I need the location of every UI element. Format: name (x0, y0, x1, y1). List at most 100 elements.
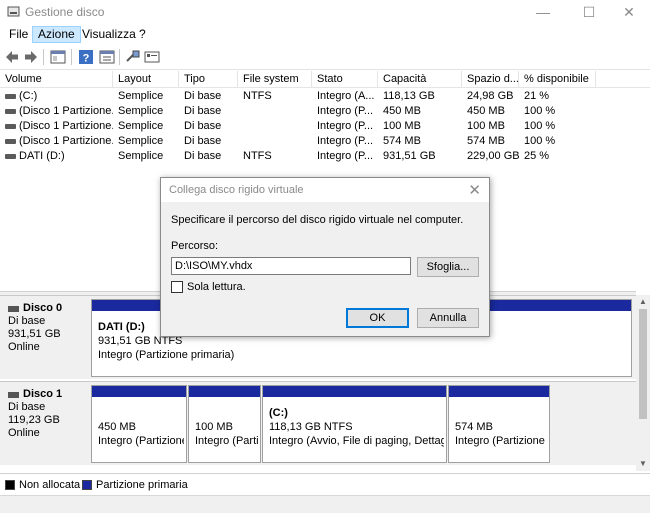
browse-button[interactable]: Sfoglia... (417, 257, 479, 277)
volume-row[interactable]: (Disco 1 Partizione... Semplice Di base Int… (0, 119, 650, 134)
volume-cell: Integro (P... (317, 105, 374, 117)
partition-disk1-450mb[interactable]: 450 MB Integro (Partizione (91, 385, 187, 463)
legend-unallocated: Non allocata (5, 479, 80, 491)
title-bar: Gestione disco — ☐ ✕ (0, 0, 650, 24)
volume-cell: Semplice (118, 150, 164, 162)
partition-state: Integro (Avvio, File di paging, Dettagli (269, 435, 444, 447)
legend-label: Partizione primaria (96, 479, 188, 491)
column-header-capacity[interactable]: Capacità (378, 71, 462, 88)
column-header-layout[interactable]: Layout (113, 71, 179, 88)
disk-icon (8, 391, 19, 398)
partition-label: DATI (D:) (98, 321, 145, 333)
properties-icon[interactable] (98, 48, 116, 66)
dialog-title-bar: Collega disco rigido virtuale ✕ (161, 178, 489, 202)
menu-file[interactable]: File (4, 26, 33, 43)
menu-visualizza[interactable]: Visualizza (77, 26, 141, 43)
attach-vhd-dialog: Collega disco rigido virtuale ✕ Specific… (160, 177, 490, 337)
partition-state: Integro (Partizione c (455, 435, 547, 447)
dialog-title: Collega disco rigido virtuale (169, 184, 304, 196)
volume-cell: Di base (184, 135, 222, 147)
legend-swatch (5, 480, 15, 490)
partition-c[interactable]: (C:) 118,13 GB NTFS Integro (Avvio, File… (262, 385, 447, 463)
column-header-file-system[interactable]: File system (238, 71, 312, 88)
vertical-scrollbar[interactable]: ▲ ▼ (636, 295, 650, 471)
legend-label: Non allocata (19, 479, 81, 491)
ok-button[interactable]: OK (346, 308, 409, 328)
column-header-type[interactable]: Tipo (179, 71, 238, 88)
primary-partition-bar (449, 386, 549, 397)
volume-cell: Integro (P... (317, 135, 374, 147)
drive-icon (5, 93, 16, 99)
volume-cell: Di base (184, 120, 222, 132)
scroll-down-arrow-icon[interactable]: ▼ (636, 457, 650, 471)
volume-name: DATI (D:) (19, 150, 65, 162)
volume-cell: 450 MB (383, 105, 421, 117)
menu-help[interactable]: ? (134, 26, 151, 43)
disk-1-name: Disco 1 (23, 388, 63, 400)
svg-text:?: ? (83, 53, 90, 65)
disk-1-info[interactable]: Disco 1 Di base 119,23 GB Online (0, 382, 88, 464)
readonly-checkbox[interactable]: Sola lettura. (171, 281, 246, 293)
volume-cell: 574 MB (467, 135, 505, 147)
close-window-button[interactable]: ✕ (606, 0, 650, 24)
volume-name-cell: (C:) (0, 89, 113, 104)
volume-row[interactable]: DATI (D:) Semplice Di base NTFS Integro (P..… (0, 149, 650, 164)
volume-cell: Semplice (118, 105, 164, 117)
partition-label (98, 406, 184, 420)
minimize-button[interactable]: — (520, 0, 566, 24)
volume-name: (Disco 1 Partizione... (19, 120, 113, 132)
volume-cell: Integro (P... (317, 120, 374, 132)
partition-label: (C:) (269, 407, 288, 419)
disk-0-size: 931,51 GB (8, 328, 61, 340)
drive-icon (5, 123, 16, 129)
help-icon[interactable]: ? (77, 48, 95, 66)
volume-cell: 574 MB (383, 135, 421, 147)
path-label: Percorso: (171, 240, 219, 252)
primary-partition-bar (263, 386, 446, 397)
column-header-status[interactable]: Stato (312, 71, 378, 88)
legend: Non allocata Partizione primaria (0, 473, 650, 495)
partition-size: 118,13 GB NTFS (269, 421, 353, 433)
volume-cell: Integro (A... (317, 90, 375, 102)
disk-row-1[interactable]: Disco 1 Di base 119,23 GB Online 450 MB … (0, 381, 636, 465)
partition-size: 574 MB (455, 421, 493, 433)
partition-disk1-100mb[interactable]: 100 MB Integro (Parti (188, 385, 261, 463)
primary-partition-bar (189, 386, 260, 397)
volume-name-cell: DATI (D:) (0, 149, 113, 164)
volume-cell: Semplice (118, 90, 164, 102)
column-header-percent-free[interactable]: % disponibile (519, 71, 596, 88)
volume-name-cell: (Disco 1 Partizione... (0, 134, 113, 149)
volume-cell (238, 119, 312, 134)
scroll-thumb[interactable] (639, 309, 647, 419)
partition-label (195, 406, 258, 420)
column-header-volume[interactable]: Volume (0, 71, 113, 88)
volume-name: (Disco 1 Partizione... (19, 105, 113, 117)
console-tree-icon[interactable] (49, 48, 67, 66)
back-arrow-icon[interactable] (3, 48, 21, 66)
volume-row[interactable]: (Disco 1 Partizione... Semplice Di base Int… (0, 134, 650, 149)
disk-0-info[interactable]: Disco 0 Di base 931,51 GB Online (0, 296, 88, 378)
toolbar-separator (71, 49, 72, 65)
volume-cell: Semplice (118, 135, 164, 147)
dialog-close-icon[interactable]: ✕ (468, 181, 481, 199)
forward-arrow-icon[interactable] (22, 48, 40, 66)
disk-0-type: Di base (8, 315, 46, 327)
path-input[interactable] (171, 257, 411, 275)
menu-azione[interactable]: Azione (32, 26, 81, 43)
cancel-button[interactable]: Annulla (417, 308, 479, 328)
toolbar-separator (119, 49, 120, 65)
connect-icon[interactable] (124, 48, 142, 66)
column-header-free-space[interactable]: Spazio d... (462, 71, 519, 88)
scroll-up-arrow-icon[interactable]: ▲ (636, 295, 650, 309)
toolbar-separator (43, 49, 44, 65)
dialog-description: Specificare il percorso del disco rigido… (171, 214, 464, 226)
disk-1-size: 119,23 GB (8, 414, 60, 426)
volume-row[interactable]: (C:) Semplice Di base NTFS Integro (A... 118,… (0, 89, 650, 104)
readonly-label: Sola lettura. (187, 281, 246, 293)
checkbox-box[interactable] (171, 281, 183, 293)
volume-row[interactable]: (Disco 1 Partizione... Semplice Di base Int… (0, 104, 650, 119)
volume-cell: NTFS (243, 150, 272, 162)
volume-cell: Integro (P... (317, 150, 374, 162)
partition-disk1-574mb[interactable]: 574 MB Integro (Partizione c (448, 385, 550, 463)
view-list-icon[interactable] (143, 48, 161, 66)
